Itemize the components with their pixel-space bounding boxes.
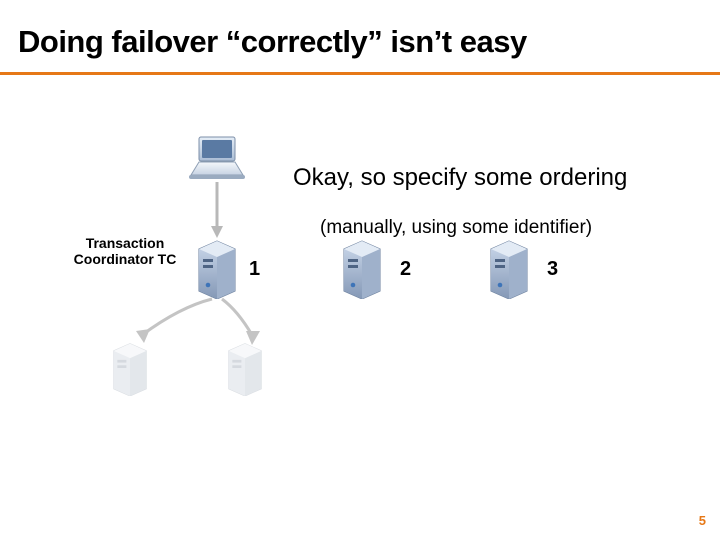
- server-icon: [110, 340, 150, 396]
- server-icon: [340, 237, 384, 299]
- slide-title: Doing failover “correctly” isn’t easy: [18, 24, 527, 60]
- server-label-3: 3: [547, 258, 558, 281]
- page-number: 5: [699, 513, 706, 528]
- arrow-diag-left-icon: [130, 297, 220, 345]
- arrow-diag-right-icon: [218, 297, 266, 345]
- title-underline: [0, 72, 720, 75]
- laptop-icon: [185, 135, 249, 183]
- server-icon: [225, 340, 265, 396]
- arrow-down-icon: [209, 182, 225, 238]
- server-label-2: 2: [400, 258, 411, 281]
- server-icon: [195, 237, 239, 299]
- tc-label: Transaction Coordinator TC: [65, 235, 185, 267]
- body-line-2: (manually, using some identifier): [320, 217, 592, 239]
- server-label-1: 1: [249, 258, 260, 281]
- server-icon: [487, 237, 531, 299]
- body-line-1: Okay, so specify some ordering: [293, 164, 627, 192]
